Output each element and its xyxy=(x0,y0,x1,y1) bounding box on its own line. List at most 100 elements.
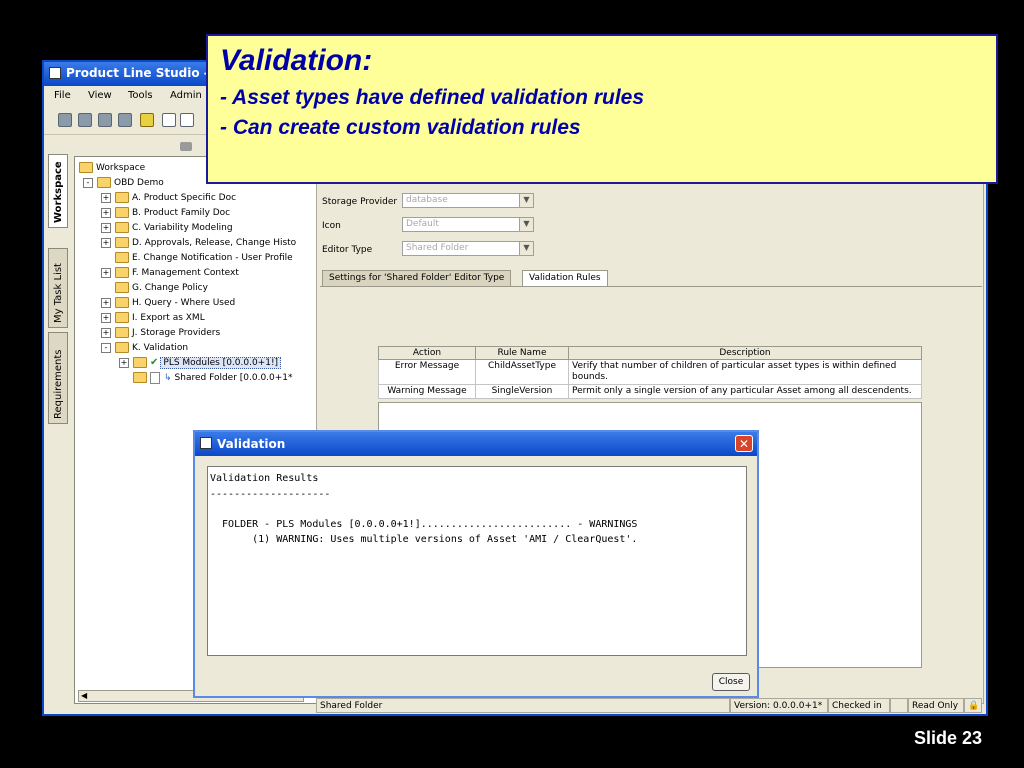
tab-settings[interactable]: Settings for 'Shared Folder' Editor Type xyxy=(322,270,512,286)
tree-root[interactable]: Workspace xyxy=(79,161,145,175)
tree-item[interactable]: + H. Query - Where Used xyxy=(101,296,235,310)
expand-icon[interactable]: + xyxy=(101,192,111,203)
dropdown-arrow-icon[interactable]: ▼ xyxy=(519,194,533,207)
folder-icon xyxy=(79,162,93,173)
tree-item[interactable]: - K. Validation xyxy=(101,341,188,355)
dropdown-arrow-icon[interactable]: ▼ xyxy=(519,242,533,255)
folder-icon xyxy=(115,297,129,308)
tree-item[interactable]: + B. Product Family Doc xyxy=(101,206,230,220)
col-action[interactable]: Action xyxy=(378,346,476,360)
validation-rules-table: Action Rule Name Description Error Messa… xyxy=(378,346,922,399)
window-title: Product Line Studio - M xyxy=(66,66,225,80)
dialog-titlebar: Validation ✕ xyxy=(195,432,757,456)
callout-box: Validation: - Asset types have defined v… xyxy=(206,34,998,184)
validate-icon[interactable] xyxy=(140,113,154,127)
expand-icon[interactable]: + xyxy=(101,207,111,218)
down-icon[interactable] xyxy=(118,113,132,127)
results-warning-line: (1) WARNING: Uses multiple versions of A… xyxy=(210,534,638,545)
close-icon[interactable]: ✕ xyxy=(735,435,753,452)
status-blank xyxy=(890,698,908,713)
collapse-icon[interactable]: - xyxy=(83,177,93,188)
slide-number: Slide 23 xyxy=(914,728,983,748)
forward-icon[interactable] xyxy=(78,113,92,127)
menu-view[interactable]: View xyxy=(88,90,112,101)
editor-type-select[interactable]: Shared Folder ▼ xyxy=(402,241,534,256)
dropdown-arrow-icon[interactable]: ▼ xyxy=(519,218,533,231)
close-button[interactable]: Close xyxy=(712,673,750,691)
folder-icon xyxy=(115,237,129,248)
storage-provider-select[interactable]: database ▼ xyxy=(402,193,534,208)
up-icon[interactable] xyxy=(98,113,112,127)
asset-folder-icon xyxy=(133,357,147,368)
folder-icon xyxy=(115,267,129,278)
expand-icon[interactable]: + xyxy=(101,327,111,338)
table-row[interactable]: Error Message ChildAssetType Verify that… xyxy=(378,359,922,385)
menu-file[interactable]: File xyxy=(54,90,71,101)
checkmark-icon: ✔ xyxy=(150,357,159,368)
col-description[interactable]: Description xyxy=(568,346,922,360)
table-header-row: Action Rule Name Description xyxy=(378,346,922,360)
folder-icon xyxy=(115,252,129,263)
app-icon xyxy=(200,437,212,449)
document2-icon[interactable] xyxy=(180,113,194,127)
status-version: Version: 0.0.0.0+1* xyxy=(730,698,828,713)
scroll-left-icon[interactable]: ◀ xyxy=(81,691,87,700)
document-icon[interactable] xyxy=(162,113,176,127)
expand-icon[interactable]: + xyxy=(101,297,111,308)
col-rule-name[interactable]: Rule Name xyxy=(475,346,569,360)
tree-item[interactable]: + I. Export as XML xyxy=(101,311,205,325)
folder-gray-icon[interactable] xyxy=(180,142,192,151)
menu-tools[interactable]: Tools xyxy=(128,90,153,101)
status-checked: Checked in xyxy=(828,698,890,713)
expand-icon[interactable]: + xyxy=(101,312,111,323)
folder-icon xyxy=(115,342,129,353)
lock-icon: 🔒 xyxy=(964,698,982,713)
tree-item[interactable]: + D. Approvals, Release, Change Histo xyxy=(101,236,296,250)
tab-workspace[interactable]: Workspace xyxy=(48,154,68,228)
tree-item[interactable]: + F. Management Context xyxy=(101,266,239,280)
icon-select[interactable]: Default ▼ xyxy=(402,217,534,232)
tree-item-selected[interactable]: + ✔ PLS Modules [0.0.0.0+1!] xyxy=(119,356,282,370)
tree-item[interactable]: + C. Variability Modeling xyxy=(101,221,233,235)
expand-icon[interactable]: + xyxy=(101,267,111,278)
tree-project[interactable]: - OBD Demo xyxy=(83,176,164,190)
collapse-icon[interactable]: - xyxy=(101,342,111,353)
callout-line-1: - Asset types have defined validation ru… xyxy=(220,86,645,109)
cell-description: Verify that number of children of partic… xyxy=(568,359,922,385)
folder-icon xyxy=(115,282,129,293)
folder-icon xyxy=(115,327,129,338)
folder-icon xyxy=(115,207,129,218)
results-heading: Validation Results xyxy=(210,473,319,484)
document-icon xyxy=(150,371,160,384)
folder-icon xyxy=(115,312,129,323)
cell-action: Warning Message xyxy=(378,384,476,399)
status-readonly: Read Only xyxy=(908,698,964,713)
tree-item[interactable]: G. Change Policy xyxy=(115,281,208,295)
expand-icon[interactable]: + xyxy=(101,222,111,233)
results-divider: -------------------- xyxy=(210,489,331,500)
dialog-title: Validation xyxy=(217,437,286,451)
tab-my-task-list[interactable]: My Task List xyxy=(48,248,68,328)
asset-folder-icon xyxy=(133,372,147,383)
expand-icon[interactable]: + xyxy=(101,237,111,248)
cell-description: Permit only a single version of any part… xyxy=(568,384,922,399)
tree-item[interactable]: + J. Storage Providers xyxy=(101,326,220,340)
tree-item[interactable]: + A. Product Specific Doc xyxy=(101,191,236,205)
folder-icon xyxy=(115,222,129,233)
callout-line-2: - Can create custom validation rules xyxy=(220,116,581,139)
validation-dialog: Validation ✕ Validation Results --------… xyxy=(193,430,759,698)
tab-requirements[interactable]: Requirements xyxy=(48,332,68,424)
status-bar: Shared Folder Version: 0.0.0.0+1* Checke… xyxy=(316,698,986,714)
menu-admin[interactable]: Admin xyxy=(170,90,202,101)
cell-rule-name: ChildAssetType xyxy=(475,359,569,385)
cell-rule-name: SingleVersion xyxy=(475,384,569,399)
table-row[interactable]: Warning Message SingleVersion Permit onl… xyxy=(378,384,922,399)
tab-content xyxy=(320,286,982,287)
expand-icon[interactable]: + xyxy=(119,357,129,368)
tree-item[interactable]: E. Change Notification - User Profile xyxy=(115,251,293,265)
app-icon xyxy=(49,67,61,79)
back-icon[interactable] xyxy=(58,113,72,127)
tab-validation-rules[interactable]: Validation Rules xyxy=(522,270,608,286)
validation-results-text: Validation Results -------------------- … xyxy=(207,466,747,656)
tree-item-child[interactable]: ↳ Shared Folder [0.0.0.0+1* xyxy=(133,371,293,385)
